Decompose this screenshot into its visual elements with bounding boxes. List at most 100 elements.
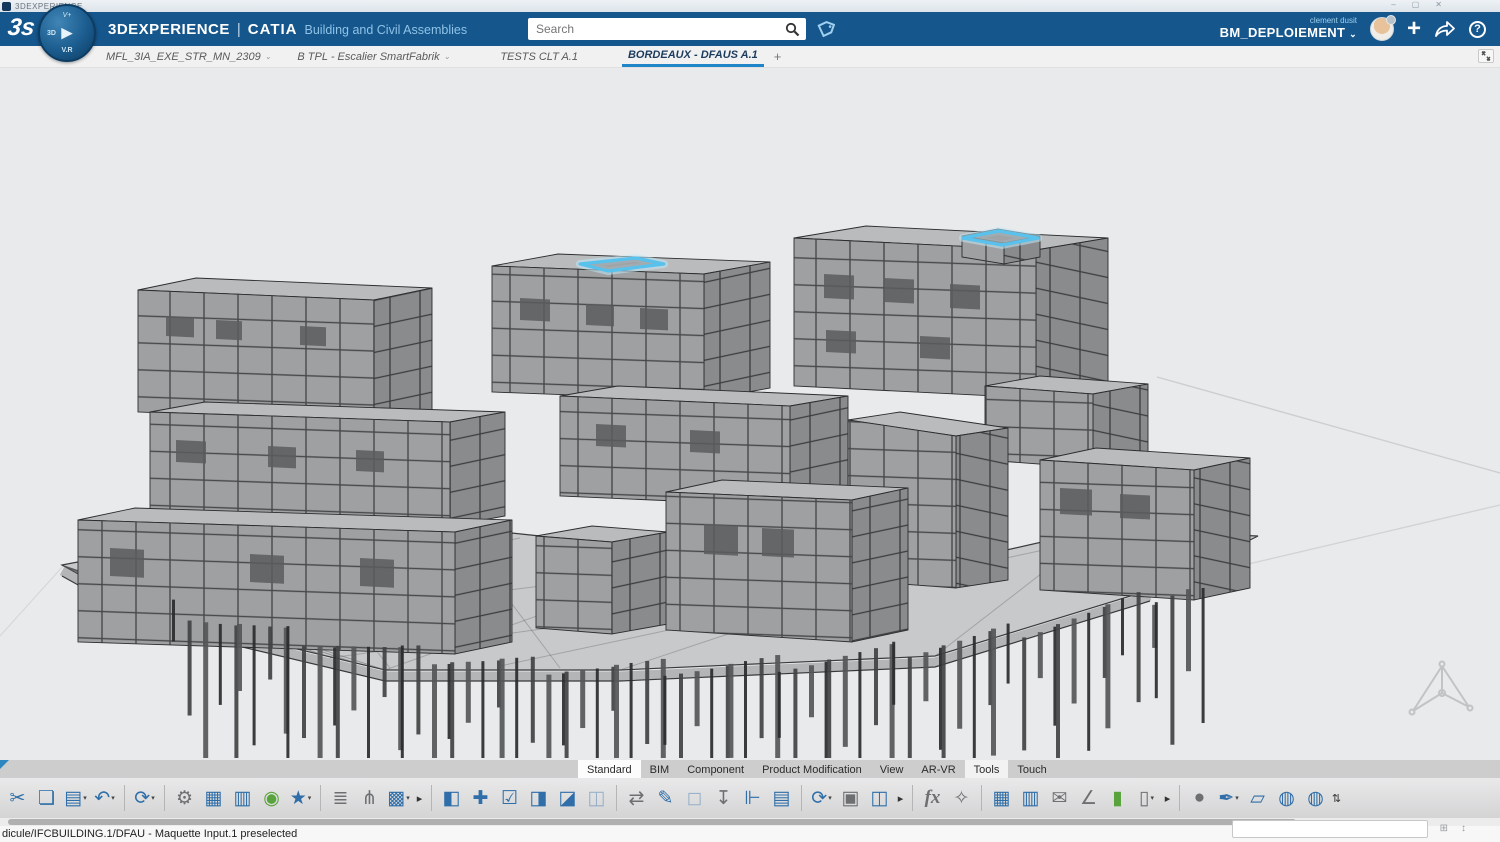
sheet-exchange-icon[interactable]: ⇄ bbox=[622, 782, 651, 814]
dropdown-caret-icon[interactable]: ▾ bbox=[1235, 794, 1239, 802]
ribbon-tab-tools[interactable]: Tools bbox=[965, 760, 1009, 778]
material-browser-icon[interactable]: ◉ bbox=[257, 782, 286, 814]
close-icon[interactable]: ✕ bbox=[1435, 0, 1442, 9]
command-input[interactable] bbox=[1232, 820, 1428, 838]
new-assembly-icon[interactable]: ✚ bbox=[466, 782, 495, 814]
dropdown-caret-icon[interactable]: ▾ bbox=[83, 794, 87, 802]
doc-tab-btpl[interactable]: B TPL - Escalier SmartFabrik ⌄ bbox=[291, 46, 456, 67]
ribbon-tab-touch[interactable]: Touch bbox=[1008, 760, 1055, 778]
review-checklist-icon[interactable]: ☑ bbox=[495, 782, 524, 814]
new-tab-button[interactable]: + bbox=[774, 49, 782, 64]
part-document-icon[interactable]: ◪ bbox=[553, 782, 582, 814]
building-block[interactable] bbox=[536, 526, 668, 634]
mail-gear-icon[interactable]: ✉ bbox=[1045, 782, 1074, 814]
part-disabled-icon[interactable]: ◫ bbox=[582, 782, 611, 814]
user-menu[interactable]: clement dusit BM_DEPLOIEMENT ⌄ bbox=[1220, 17, 1357, 40]
specification-tree-icon[interactable]: ≣ bbox=[326, 782, 355, 814]
material-add-icon[interactable]: ◍ bbox=[1272, 782, 1301, 814]
actionbar-handle-icon[interactable] bbox=[0, 760, 9, 769]
design-table-icon[interactable]: ▩ ▾ bbox=[384, 782, 413, 814]
status-level-icon[interactable]: ▮ bbox=[1103, 782, 1132, 814]
minimize-icon[interactable]: – bbox=[1391, 0, 1395, 9]
sheet-edit-icon[interactable]: ✎ bbox=[651, 782, 680, 814]
add-content-button[interactable]: + bbox=[1407, 17, 1421, 41]
new-part-icon[interactable]: ◧ bbox=[437, 782, 466, 814]
document-settings-icon[interactable]: ◫ bbox=[865, 782, 894, 814]
ribbon-tab-ar-vr[interactable]: AR-VR bbox=[912, 760, 964, 778]
group-expand-icon[interactable]: ▸ bbox=[894, 782, 907, 814]
scrollbar-thumb[interactable] bbox=[8, 819, 1296, 825]
ribbon-tab-product-modification[interactable]: Product Modification bbox=[753, 760, 871, 778]
table-icon[interactable]: ▦ bbox=[987, 782, 1016, 814]
plot-layout-icon[interactable]: ▣ bbox=[836, 782, 865, 814]
material-sphere-icon[interactable]: ● bbox=[1185, 782, 1214, 814]
restore-window-icon[interactable] bbox=[1478, 49, 1494, 63]
viewport-arrows-icon[interactable]: ⇅ bbox=[1330, 782, 1343, 814]
dropdown-caret-icon[interactable]: ▾ bbox=[1150, 794, 1154, 802]
structure-tree-icon[interactable]: ⋔ bbox=[355, 782, 384, 814]
help-button[interactable]: ? bbox=[1469, 21, 1486, 38]
building-block[interactable] bbox=[78, 508, 512, 654]
dropdown-caret-icon[interactable]: ▾ bbox=[828, 794, 832, 802]
window-layout-icon[interactable]: ▥ bbox=[228, 782, 257, 814]
chevron-down-icon[interactable]: ⌄ bbox=[265, 52, 272, 61]
cut-icon[interactable]: ✂ bbox=[3, 782, 32, 814]
building-block[interactable] bbox=[492, 254, 770, 400]
building-block[interactable] bbox=[1040, 448, 1250, 600]
avatar[interactable] bbox=[1370, 17, 1394, 41]
3d-viewport[interactable] bbox=[0, 68, 1500, 760]
axis-triad-icon[interactable] bbox=[1410, 662, 1473, 715]
doc-tab-tests[interactable]: TESTS CLT A.1 bbox=[494, 46, 584, 67]
undo-icon[interactable]: ↶ ▾ bbox=[90, 782, 119, 814]
paste-icon[interactable]: ▤ ▾ bbox=[61, 782, 90, 814]
doc-tab-bordeaux[interactable]: BORDEAUX - DFAUS A.1 bbox=[622, 46, 764, 67]
share-icon[interactable] bbox=[1434, 20, 1456, 38]
wand-icon[interactable]: ✧ bbox=[947, 782, 976, 814]
status-scale-icon[interactable]: ↕ bbox=[1461, 823, 1466, 834]
sheet-search-icon[interactable]: ◻ bbox=[680, 782, 709, 814]
update-icon[interactable]: ⟳ ▾ bbox=[130, 782, 159, 814]
building-block[interactable] bbox=[794, 226, 1108, 398]
eraser-icon[interactable]: ▱ bbox=[1243, 782, 1272, 814]
copy-icon[interactable]: ❏ bbox=[32, 782, 61, 814]
search-icon[interactable] bbox=[785, 22, 800, 37]
dropdown-caret-icon[interactable]: ▾ bbox=[308, 794, 312, 802]
edit-part-icon[interactable]: ◨ bbox=[524, 782, 553, 814]
building-block[interactable] bbox=[138, 278, 432, 422]
model-canvas[interactable] bbox=[0, 68, 1500, 760]
control-panel-icon[interactable]: ▯ ▾ bbox=[1132, 782, 1161, 814]
ribbon-tab-view[interactable]: View bbox=[871, 760, 913, 778]
doc-tab-mfl[interactable]: MFL_3IA_EXE_STR_MN_2309 ⌄ bbox=[100, 46, 277, 67]
dropdown-caret-icon[interactable]: ▾ bbox=[151, 794, 155, 802]
favorites-icon[interactable]: ★ ▾ bbox=[286, 782, 315, 814]
formula-icon[interactable]: fx bbox=[918, 782, 947, 814]
search-bar[interactable] bbox=[528, 18, 806, 40]
dropdown-caret-icon[interactable]: ▾ bbox=[406, 794, 410, 802]
ribbon-tab-component[interactable]: Component bbox=[678, 760, 753, 778]
group-expand-icon[interactable]: ▸ bbox=[413, 782, 426, 814]
dropdown-caret-icon[interactable]: ▾ bbox=[111, 794, 115, 802]
object-properties-icon[interactable]: ▦ bbox=[199, 782, 228, 814]
building-block[interactable] bbox=[666, 480, 908, 642]
building-block[interactable] bbox=[150, 402, 505, 526]
table-options-icon[interactable]: ▥ bbox=[1016, 782, 1045, 814]
tenant-selector[interactable]: BM_DEPLOIEMENT ⌄ bbox=[1220, 26, 1357, 40]
import-model-icon[interactable]: ↧ bbox=[709, 782, 738, 814]
search-input[interactable] bbox=[528, 22, 785, 36]
material-replace-icon[interactable]: ◍ bbox=[1301, 782, 1330, 814]
sync-refresh-icon[interactable]: ⟳ ▾ bbox=[807, 782, 836, 814]
group-expand-icon[interactable]: ▸ bbox=[1161, 782, 1174, 814]
measure-angle-icon[interactable]: ∠ bbox=[1074, 782, 1103, 814]
save-manage-icon[interactable]: ⚙ bbox=[170, 782, 199, 814]
stylus-icon[interactable]: ✒ ▾ bbox=[1214, 782, 1243, 814]
tag-icon[interactable] bbox=[815, 20, 835, 40]
compass-play-icon[interactable]: ▶ bbox=[61, 24, 73, 42]
status-grid-icon[interactable]: ⊞ bbox=[1440, 823, 1448, 834]
3dexperience-compass[interactable]: V+ 3D ▶ V.R bbox=[38, 4, 96, 62]
ribbon-tab-standard[interactable]: Standard bbox=[578, 760, 641, 778]
ribbon-tab-bim[interactable]: BIM bbox=[641, 760, 679, 778]
structure-link-icon[interactable]: ⊩ bbox=[738, 782, 767, 814]
chevron-down-icon[interactable]: ⌄ bbox=[444, 52, 451, 61]
maximize-icon[interactable]: ▢ bbox=[1412, 0, 1420, 9]
layers-icon[interactable]: ▤ bbox=[767, 782, 796, 814]
